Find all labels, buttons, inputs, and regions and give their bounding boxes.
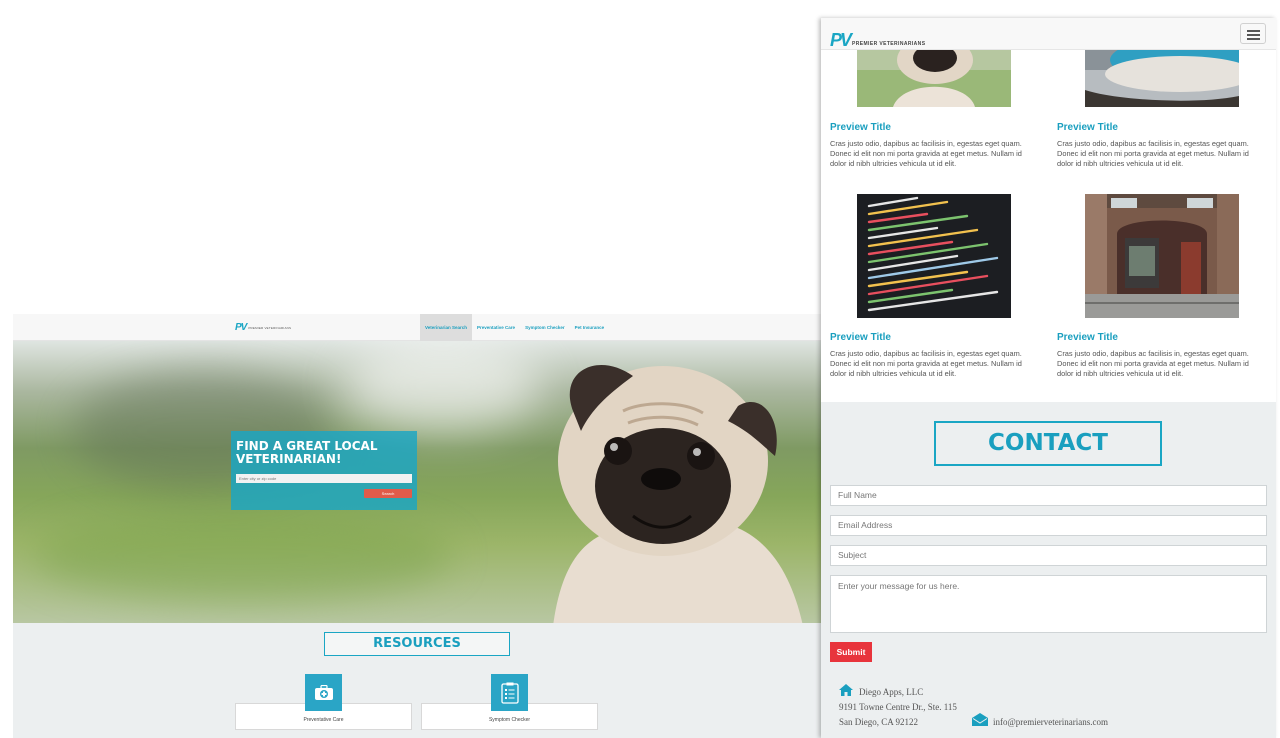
pug-photo bbox=[553, 364, 803, 623]
preview-title[interactable]: Preview Title bbox=[830, 122, 891, 133]
logo-wordmark: PREMIER VETERINARIANS bbox=[248, 325, 292, 330]
veterinarian-search-card: FIND A GREAT LOCAL VETERINARIAN! Search bbox=[231, 431, 417, 510]
preview-title[interactable]: Preview Title bbox=[1057, 332, 1118, 343]
location-search-input[interactable] bbox=[236, 474, 412, 483]
mobile-navbar: PV PREMIER VETERINARIANS bbox=[821, 18, 1276, 50]
nav-preventative-care[interactable]: Preventative Care bbox=[472, 314, 520, 341]
nav-pet-insurance[interactable]: Pet Insurance bbox=[570, 314, 610, 341]
contact-email[interactable]: info@premierveterinarians.com bbox=[993, 717, 1108, 727]
subject-field[interactable]: Subject bbox=[830, 545, 1267, 566]
desktop-mockup: PV PREMIER VETERINARIANS Veterinarian Se… bbox=[13, 314, 821, 738]
desktop-navbar: PV PREMIER VETERINARIANS Veterinarian Se… bbox=[13, 314, 821, 341]
pug-photo bbox=[857, 50, 1011, 107]
code-screen-photo bbox=[857, 194, 1011, 318]
logo-mark: PV bbox=[830, 30, 852, 50]
preview-text: Cras justo odio, dapibus ac facilisis in… bbox=[1057, 349, 1249, 378]
preview-text: Cras justo odio, dapibus ac facilisis in… bbox=[830, 349, 1022, 378]
mobile-mockup: PV PREMIER VETERINARIANS Preview Title C… bbox=[821, 18, 1276, 738]
resource-card-label: Preventative Care bbox=[303, 717, 344, 723]
preview-title[interactable]: Preview Title bbox=[1057, 122, 1118, 133]
message-textarea[interactable]: Enter your message for us here. bbox=[830, 575, 1267, 633]
desktop-nav-links: Veterinarian Search Preventative Care Sy… bbox=[420, 314, 609, 341]
checklist-icon bbox=[491, 674, 528, 711]
preview-text: Cras justo odio, dapibus ac facilisis in… bbox=[1057, 139, 1249, 168]
search-card-title: FIND A GREAT LOCAL VETERINARIAN! bbox=[236, 439, 378, 466]
company-name: Diego Apps, LLC bbox=[859, 687, 924, 697]
logo-wordmark: PREMIER VETERINARIANS bbox=[852, 41, 926, 47]
envelope-icon bbox=[972, 713, 988, 726]
nav-veterinarian-search[interactable]: Veterinarian Search bbox=[420, 314, 473, 341]
full-name-field[interactable]: Full Name bbox=[830, 485, 1267, 506]
email-field[interactable]: Email Address bbox=[830, 515, 1267, 536]
preview-text: Cras justo odio, dapibus ac facilisis in… bbox=[830, 139, 1022, 168]
contact-title: CONTACT bbox=[934, 421, 1162, 466]
resource-card-label: Symptom Checker bbox=[488, 717, 531, 723]
city-address: San Diego, CA 92122 bbox=[839, 717, 919, 727]
submit-button[interactable]: Submit bbox=[830, 642, 872, 662]
hamburger-menu-icon[interactable] bbox=[1240, 23, 1266, 44]
mobile-logo[interactable]: PV PREMIER VETERINARIANS bbox=[830, 30, 926, 50]
storefront-photo bbox=[1085, 194, 1239, 318]
street-address: 9191 Towne Centre Dr., Ste. 115 bbox=[839, 702, 957, 712]
resources-title: RESOURCES bbox=[324, 632, 510, 656]
logo-mark: PV bbox=[235, 322, 247, 333]
desktop-logo[interactable]: PV PREMIER VETERINARIANS bbox=[235, 322, 291, 333]
nav-symptom-checker[interactable]: Symptom Checker bbox=[520, 314, 570, 341]
preview-title[interactable]: Preview Title bbox=[830, 332, 891, 343]
contact-section: CONTACT Full Name Email Address Subject … bbox=[821, 402, 1276, 738]
home-icon bbox=[839, 684, 853, 696]
medical-kit-icon bbox=[305, 674, 342, 711]
hero-banner: FIND A GREAT LOCAL VETERINARIAN! Search bbox=[13, 341, 821, 623]
search-button[interactable]: Search bbox=[364, 489, 412, 498]
bowl-photo bbox=[1085, 50, 1239, 107]
